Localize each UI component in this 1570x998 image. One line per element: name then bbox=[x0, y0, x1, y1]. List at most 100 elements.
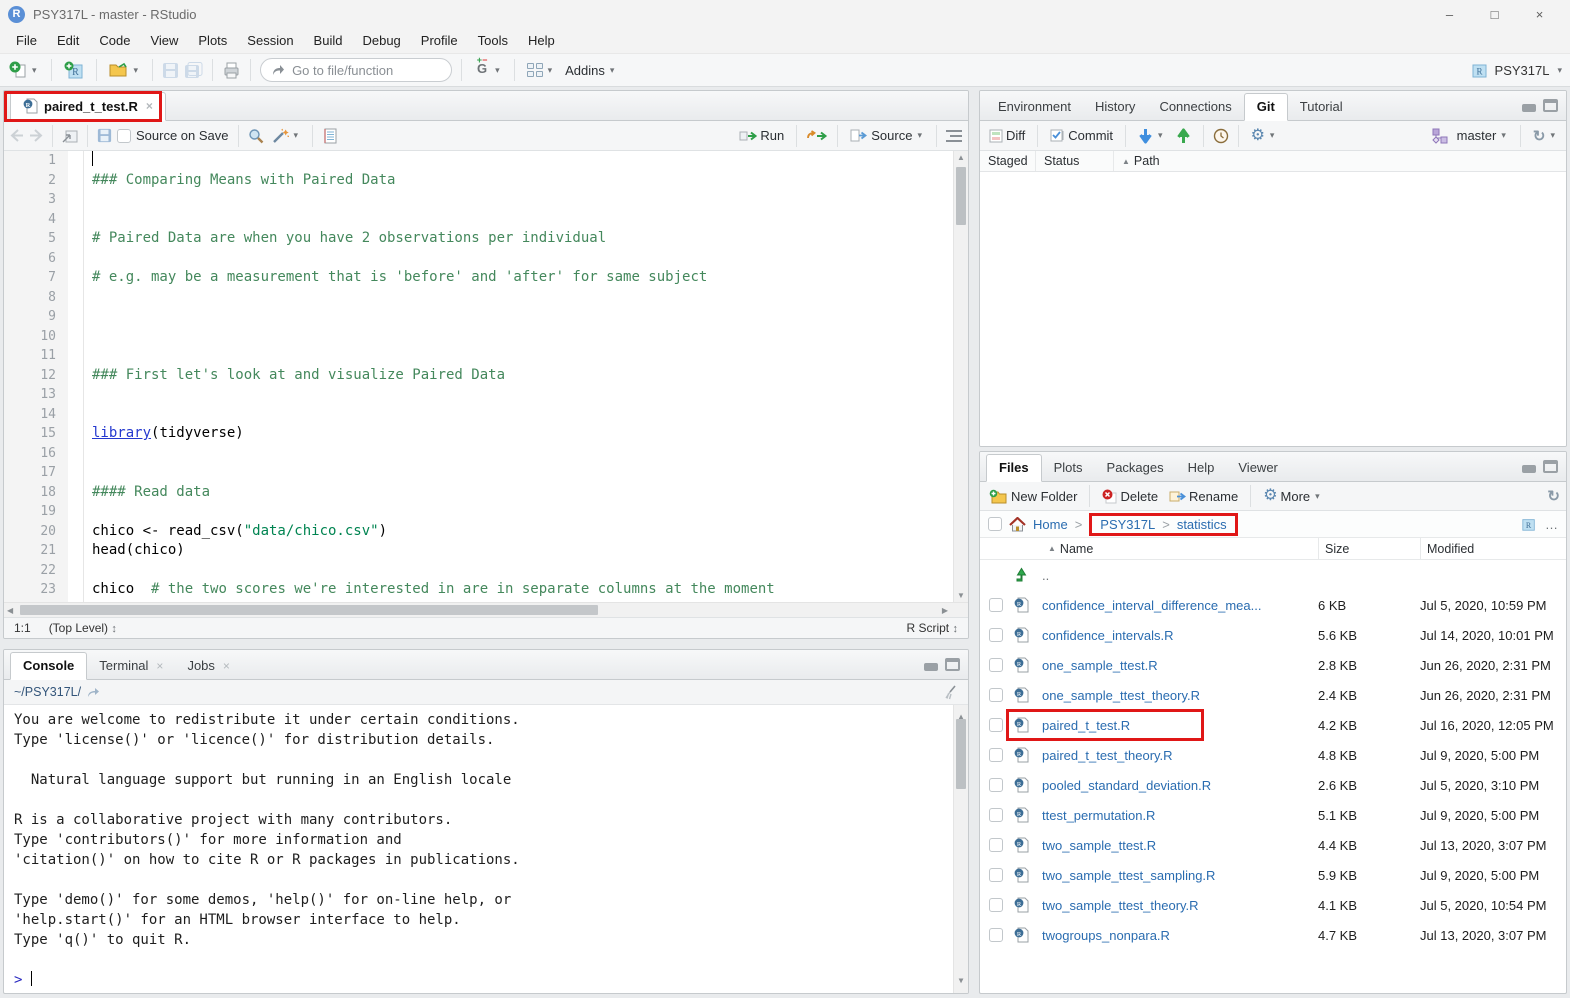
file-name-link[interactable]: pooled_standard_deviation.R bbox=[1042, 778, 1318, 793]
new-folder-button[interactable]: New Folder bbox=[986, 487, 1080, 506]
tab-help[interactable]: Help bbox=[1176, 455, 1227, 481]
maximize-panel-icon[interactable] bbox=[945, 658, 960, 671]
branch-graph-icon[interactable] bbox=[1431, 128, 1449, 144]
goto-file-input[interactable] bbox=[292, 63, 432, 78]
goto-file-search[interactable] bbox=[260, 58, 452, 82]
file-name-link[interactable]: two_sample_ttest_theory.R bbox=[1042, 898, 1318, 913]
compile-report-icon[interactable] bbox=[322, 128, 337, 144]
source-on-save-checkbox[interactable] bbox=[117, 129, 131, 143]
menu-item-edit[interactable]: Edit bbox=[47, 30, 89, 51]
popout-icon[interactable] bbox=[62, 129, 78, 143]
goto-directory-icon[interactable] bbox=[87, 687, 100, 698]
file-checkbox[interactable] bbox=[989, 928, 1003, 942]
breadcrumb-home[interactable]: Home bbox=[1033, 517, 1068, 532]
column-modified[interactable]: Modified bbox=[1420, 538, 1566, 559]
breadcrumb-psy317l[interactable]: PSY317L bbox=[1100, 517, 1155, 532]
tab-jobs[interactable]: Jobs× bbox=[175, 653, 241, 679]
run-button[interactable]: Run bbox=[736, 126, 787, 145]
file-name-link[interactable]: confidence_interval_difference_mea... bbox=[1042, 598, 1318, 613]
open-file-button[interactable]: ▾ bbox=[106, 60, 144, 80]
forward-icon[interactable] bbox=[29, 129, 43, 142]
tab-close-icon[interactable]: × bbox=[223, 659, 230, 673]
menu-item-build[interactable]: Build bbox=[304, 30, 353, 51]
file-name-link[interactable]: twogroups_nonpara.R bbox=[1042, 928, 1318, 943]
more-button[interactable]: ⚙ More ▾ bbox=[1260, 486, 1325, 506]
up-directory-label[interactable]: .. bbox=[1042, 568, 1318, 583]
tab-close-icon[interactable]: × bbox=[146, 99, 153, 113]
file-row[interactable]: Rone_sample_ttest.R2.8 KBJun 26, 2020, 2… bbox=[980, 650, 1566, 680]
console-output[interactable]: You are welcome to redistribute it under… bbox=[4, 705, 968, 993]
breadcrumb-statistics[interactable]: statistics bbox=[1177, 517, 1227, 532]
file-checkbox[interactable] bbox=[989, 808, 1003, 822]
source-button[interactable]: Source ▾ bbox=[847, 126, 927, 145]
editor-vertical-scrollbar[interactable]: ▲ ▼ bbox=[953, 151, 968, 602]
maximize-panel-icon[interactable] bbox=[1543, 460, 1558, 473]
version-control-button[interactable]: +−G ▾ bbox=[471, 59, 505, 81]
file-row[interactable]: Rtwo_sample_ttest_theory.R4.1 KBJul 5, 2… bbox=[980, 890, 1566, 920]
document-outline-icon[interactable] bbox=[946, 130, 962, 142]
column-name[interactable]: ▲Name bbox=[1042, 538, 1318, 559]
column-staged[interactable]: Staged bbox=[980, 151, 1036, 171]
menu-item-view[interactable]: View bbox=[140, 30, 188, 51]
tab-console[interactable]: Console bbox=[10, 652, 87, 680]
file-name-link[interactable]: confidence_intervals.R bbox=[1042, 628, 1318, 643]
menu-item-file[interactable]: File bbox=[6, 30, 47, 51]
file-row[interactable]: Rttest_permutation.R5.1 KBJul 9, 2020, 5… bbox=[980, 800, 1566, 830]
console-vertical-scrollbar[interactable]: ▲ ▼ bbox=[953, 705, 968, 993]
find-icon[interactable] bbox=[248, 128, 264, 144]
file-name-link[interactable]: paired_t_test_theory.R bbox=[1042, 748, 1318, 763]
menu-item-code[interactable]: Code bbox=[89, 30, 140, 51]
history-clock-icon[interactable] bbox=[1213, 128, 1229, 144]
menu-item-tools[interactable]: Tools bbox=[468, 30, 518, 51]
new-project-button[interactable]: R bbox=[61, 59, 87, 82]
column-status[interactable]: Status bbox=[1036, 151, 1114, 171]
file-name-link[interactable]: two_sample_ttest.R bbox=[1042, 838, 1318, 853]
push-button[interactable] bbox=[1173, 126, 1194, 146]
menu-item-profile[interactable]: Profile bbox=[411, 30, 468, 51]
file-checkbox[interactable] bbox=[989, 598, 1003, 612]
more-columns-button[interactable]: … bbox=[1545, 517, 1558, 532]
branch-selector[interactable]: master ▾ bbox=[1454, 126, 1511, 145]
file-name-link[interactable]: two_sample_ttest_sampling.R bbox=[1042, 868, 1318, 883]
editor-horizontal-scrollbar[interactable]: ◀ ▶ bbox=[4, 602, 968, 617]
parent-directory-row[interactable]: .. bbox=[980, 560, 1566, 590]
file-row[interactable]: Rpaired_t_test.R4.2 KBJul 16, 2020, 12:0… bbox=[980, 710, 1566, 740]
file-row[interactable]: Rtwogroups_nonpara.R4.7 KBJul 13, 2020, … bbox=[980, 920, 1566, 950]
file-row[interactable]: Rconfidence_intervals.R5.6 KBJul 14, 202… bbox=[980, 620, 1566, 650]
new-file-button[interactable]: ▾ bbox=[6, 59, 42, 81]
menu-item-help[interactable]: Help bbox=[518, 30, 565, 51]
tab-git[interactable]: Git bbox=[1244, 93, 1288, 121]
tab-environment[interactable]: Environment bbox=[986, 94, 1083, 120]
pull-button[interactable]: ▾ bbox=[1135, 126, 1168, 146]
file-checkbox[interactable] bbox=[989, 658, 1003, 672]
commit-button[interactable]: Commit bbox=[1047, 126, 1116, 145]
file-checkbox[interactable] bbox=[989, 718, 1003, 732]
menu-item-plots[interactable]: Plots bbox=[188, 30, 237, 51]
file-row[interactable]: Rpaired_t_test_theory.R4.8 KBJul 9, 2020… bbox=[980, 740, 1566, 770]
file-checkbox[interactable] bbox=[989, 778, 1003, 792]
tab-tutorial[interactable]: Tutorial bbox=[1288, 94, 1355, 120]
code-editor[interactable]: 12### Comparing Means with Paired Data34… bbox=[4, 151, 968, 602]
code-tools-button[interactable]: ▾ bbox=[269, 126, 304, 146]
git-settings-button[interactable]: ⚙ ▾ bbox=[1248, 126, 1280, 146]
maximize-panel-icon[interactable] bbox=[1543, 99, 1558, 112]
minimize-button[interactable]: – bbox=[1427, 7, 1472, 22]
select-all-checkbox[interactable] bbox=[988, 517, 1002, 531]
tab-paired-t-test[interactable]: R paired_t_test.R × bbox=[10, 92, 166, 121]
file-type-selector[interactable]: R Script ↕ bbox=[906, 621, 958, 635]
addins-button[interactable]: Addins ▾ bbox=[562, 61, 619, 80]
file-name-link[interactable]: paired_t_test.R bbox=[1042, 718, 1318, 733]
clear-console-icon[interactable] bbox=[943, 685, 958, 700]
tab-files[interactable]: Files bbox=[986, 454, 1042, 482]
file-checkbox[interactable] bbox=[989, 628, 1003, 642]
file-checkbox[interactable] bbox=[989, 748, 1003, 762]
file-checkbox[interactable] bbox=[989, 898, 1003, 912]
workspace-panes-button[interactable]: ▾ bbox=[524, 61, 558, 79]
tab-packages[interactable]: Packages bbox=[1095, 455, 1176, 481]
column-path[interactable]: ▲Path bbox=[1114, 151, 1566, 171]
files-refresh-button[interactable]: ↻ bbox=[1547, 487, 1560, 505]
tab-history[interactable]: History bbox=[1083, 94, 1147, 120]
tab-terminal[interactable]: Terminal× bbox=[87, 653, 175, 679]
menu-item-session[interactable]: Session bbox=[237, 30, 303, 51]
rename-button[interactable]: Rename bbox=[1166, 487, 1241, 506]
